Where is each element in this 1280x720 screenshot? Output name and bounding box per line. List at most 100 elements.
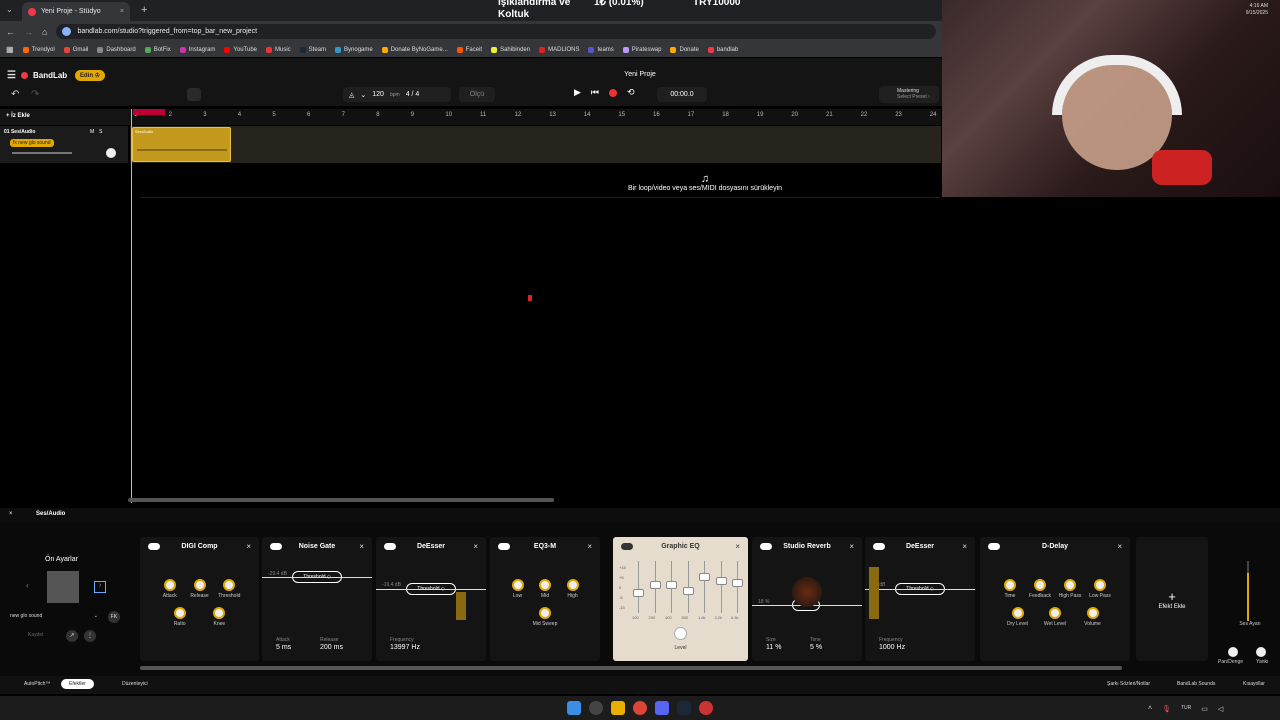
bar-number[interactable]: 13 [549, 112, 556, 118]
more-icon[interactable]: ⋮ [84, 630, 96, 642]
bar-number[interactable]: 15 [618, 112, 625, 118]
param-value[interactable]: 13997 Hz [390, 644, 420, 651]
url-input[interactable]: bandlab.com/studio?triggered_from=top_ba… [56, 24, 936, 39]
app-icon[interactable] [699, 701, 713, 715]
fx-scrollbar[interactable] [140, 666, 1122, 670]
effect-card[interactable]: DIGI Comp × Attack Release Threshold Ratio Kne… [140, 537, 259, 661]
save-preset-button[interactable]: Kaydet [28, 632, 44, 638]
add-effect-button[interactable]: + Efekt Ekle [1136, 537, 1208, 661]
effect-card[interactable]: D-Delay × Time Feedback High Pass Low Pass Dry… [980, 537, 1130, 661]
preset-select[interactable]: new glo sound ⌄ [10, 613, 98, 619]
effect-card[interactable]: EQ3-M × Low Mid High Mid Sweep [490, 537, 600, 661]
redo-icon[interactable]: ↷ [31, 89, 39, 100]
bar-number[interactable]: 23 [895, 112, 902, 118]
effect-knob[interactable] [539, 579, 551, 591]
forward-icon[interactable]: → [24, 27, 33, 37]
bandlab-logo[interactable]: ☰ BandLab [7, 70, 67, 81]
bpm-value[interactable]: 120 [372, 91, 384, 98]
bar-number[interactable]: 16 [653, 112, 660, 118]
effect-knob[interactable] [193, 579, 206, 591]
effect-close-button[interactable]: × [1117, 542, 1122, 551]
bar-number[interactable]: 3 [203, 112, 206, 118]
bookmark-item[interactable]: Donate [670, 46, 699, 53]
bar-number[interactable]: 8 [376, 112, 379, 118]
chevron-down-icon[interactable]: ⌄ [360, 91, 366, 99]
bar-number[interactable]: 4 [238, 112, 241, 118]
effect-close-button[interactable]: × [587, 542, 592, 551]
timeline-ruler[interactable]: 1 2 3 4 5 6 7 8 9 10 11 12 13 14 15 16 17 18 19 20 21 22 23 24 [130, 109, 941, 125]
eq-slider-thumb[interactable] [699, 573, 710, 581]
drop-zone[interactable]: ♫ Bir loop/video veya ses/MIDI dosyasını… [600, 173, 810, 192]
lyrics-button[interactable]: Şarkı Sözleri/Notlar [1107, 681, 1150, 687]
effect-close-button[interactable]: × [246, 542, 251, 551]
effect-card[interactable]: DeEsser×Threshold ◇0.0 dBFrequency1000 H… [865, 537, 975, 661]
add-track-button[interactable]: + İz Ekle [6, 113, 30, 119]
share-icon[interactable]: ↗ [66, 630, 78, 642]
bar-number[interactable]: 17 [688, 112, 695, 118]
playhead[interactable] [131, 109, 132, 503]
track-lane[interactable] [130, 126, 941, 163]
solo-button[interactable]: S [99, 129, 102, 135]
effect-knob[interactable] [1049, 607, 1061, 619]
bookmark-item[interactable]: Instagram [179, 46, 215, 53]
bar-number[interactable]: 22 [861, 112, 868, 118]
mic-icon[interactable]: 🎙 [1162, 705, 1171, 713]
volume-icon[interactable]: ◁ [1218, 705, 1223, 713]
bookmark-item[interactable]: YouTube [224, 46, 257, 53]
fk-button[interactable]: FK [108, 611, 120, 623]
effect-knob[interactable] [223, 579, 236, 591]
bar-number[interactable]: 9 [411, 112, 414, 118]
track-pan-knob[interactable] [106, 148, 116, 158]
effect-knob[interactable] [1011, 607, 1024, 619]
effect-knob[interactable] [1094, 579, 1106, 591]
effect-knob[interactable] [173, 607, 186, 619]
param-value[interactable]: 5 ms [276, 644, 291, 651]
effect-knob[interactable] [1064, 579, 1076, 591]
browser-tab[interactable]: Yeni Proje - Stüdyo × [22, 2, 130, 21]
eq-slider-thumb[interactable] [682, 587, 694, 595]
track-volume-slider[interactable] [12, 152, 72, 154]
bar-number[interactable]: 10 [445, 112, 452, 118]
bar-number[interactable]: 5 [272, 112, 275, 118]
effect-knob[interactable] [566, 579, 579, 591]
effect-knob[interactable] [1034, 579, 1046, 591]
mastering-button[interactable]: Mastering Select Preset › [879, 86, 939, 103]
horizontal-scrollbar[interactable] [128, 498, 554, 502]
track-row[interactable]: 01 Ses/Audio M S fx new glo sound [0, 126, 128, 163]
effect-knob[interactable] [1004, 579, 1016, 591]
ruler-mode-button[interactable]: Ölçü [459, 87, 495, 102]
effect-close-button[interactable]: × [962, 542, 967, 551]
level-knob[interactable] [674, 627, 687, 640]
bookmark-item[interactable]: Donate ByNoGame... [381, 46, 448, 53]
start-icon[interactable] [567, 701, 581, 715]
time-signature[interactable]: 4 / 4 [406, 91, 420, 98]
eq-slider-thumb[interactable] [649, 581, 661, 589]
effect-knob[interactable] [1086, 607, 1099, 619]
file-explorer-icon[interactable] [611, 701, 625, 715]
bar-number[interactable]: 21 [826, 112, 833, 118]
eq-slider-thumb[interactable] [666, 581, 677, 589]
param-value[interactable]: 200 ms [320, 644, 343, 651]
bookmark-item[interactable]: Steam [299, 46, 326, 53]
search-icon[interactable] [589, 701, 603, 715]
membership-badge[interactable]: Edin ♔ [75, 70, 106, 81]
track-name[interactable]: 01 Ses/Audio [4, 129, 35, 135]
bookmark-item[interactable]: teams [588, 46, 614, 53]
new-tab-button[interactable]: + [141, 4, 147, 16]
chevron-up-icon[interactable]: ˄ [1148, 705, 1152, 713]
tab-search-icon[interactable]: ⌄ [6, 5, 13, 14]
menu-icon[interactable]: ☰ [7, 70, 16, 81]
preset-thumbnail[interactable] [47, 571, 79, 603]
bar-number[interactable]: 2 [169, 112, 172, 118]
bar-number[interactable]: 20 [791, 112, 798, 118]
pan-knob[interactable] [1228, 647, 1238, 657]
loop-region-marker[interactable] [133, 109, 165, 115]
editor-tab[interactable]: Düzenleyici [122, 681, 148, 687]
bookmark-item[interactable]: Pirateswap [622, 46, 661, 53]
bookmark-item[interactable]: Faceit [456, 46, 482, 53]
home-icon[interactable]: ⌂ [42, 27, 47, 37]
play-icon[interactable]: ▶ [574, 87, 581, 98]
clock[interactable]: 4:16 AM 9/15/2025 [1246, 3, 1268, 17]
param-value[interactable]: 11 % [766, 644, 781, 651]
bookmark-item[interactable]: Bynogame [335, 46, 373, 53]
